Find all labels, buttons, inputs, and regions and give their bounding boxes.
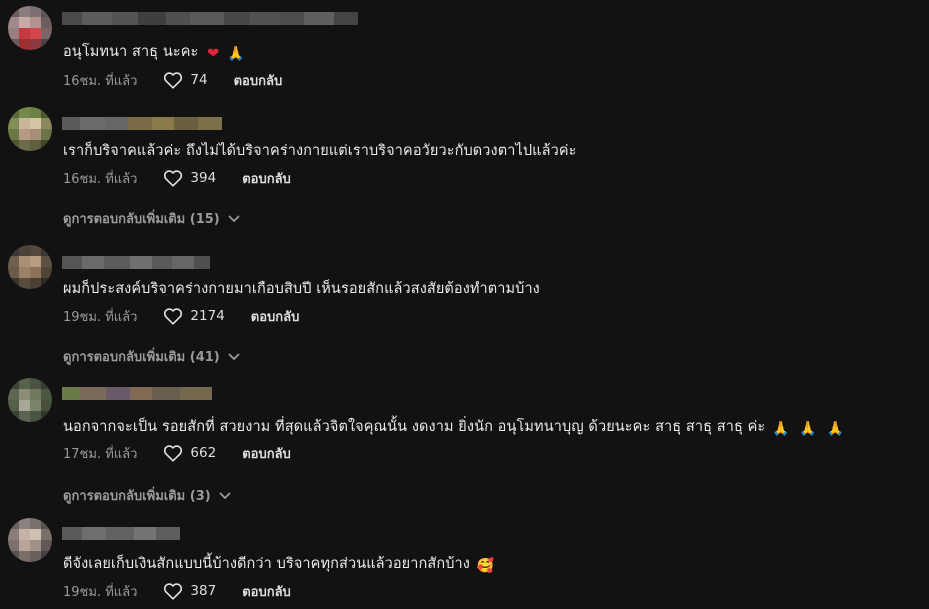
smiling-face-with-hearts-emoji: 🥰 <box>476 558 495 574</box>
like-button[interactable]: 387 <box>163 582 216 600</box>
username-blurred[interactable] <box>62 387 212 400</box>
avatar[interactable] <box>8 518 52 562</box>
chevron-down-icon <box>228 215 240 222</box>
view-more-replies[interactable]: ดูการตอบกลับเพิ่มเติม (15) <box>63 208 240 229</box>
avatar[interactable] <box>8 245 52 289</box>
reply-button[interactable]: ตอบกลับ <box>251 306 300 327</box>
username-blurred[interactable] <box>62 117 222 130</box>
timestamp: 16ชม. ที่แล้ว <box>63 171 138 187</box>
timestamp: 17ชม. ที่แล้ว <box>63 446 138 462</box>
comment-text: ดีจังเลยเก็บเงินสักแบบนี้บ้างดีกว่า บริจ… <box>63 556 495 574</box>
avatar[interactable] <box>8 6 52 50</box>
heart-outline-icon <box>164 72 183 89</box>
like-button[interactable]: 394 <box>163 169 216 187</box>
reply-button[interactable]: ตอบกลับ <box>242 168 291 189</box>
like-count: 662 <box>190 445 217 461</box>
timestamp: 19ชม. ที่แล้ว <box>63 584 138 600</box>
heart-emoji: ❤ <box>207 46 220 62</box>
avatar[interactable] <box>8 378 52 422</box>
comment-meta: 16ชม. ที่แล้ว 74 ตอบกลับ <box>63 69 282 91</box>
reply-button[interactable]: ตอบกลับ <box>242 581 291 602</box>
comment-text: อนุโมทนา สาธุ นะคะ ❤ 🙏 <box>63 44 245 62</box>
folded-hands-emoji: 🙏 <box>772 421 790 437</box>
like-button[interactable]: 662 <box>163 444 216 462</box>
folded-hands-emoji: 🙏 <box>826 421 845 437</box>
username-blurred[interactable] <box>62 256 210 269</box>
heart-outline-icon <box>164 583 183 600</box>
view-more-replies[interactable]: ดูการตอบกลับเพิ่มเติม (41) <box>63 346 240 367</box>
comment-text: ผมก็ประสงค์บริจาคร่างกายมาเกือบสิบปี เห็… <box>63 281 540 297</box>
heart-outline-icon <box>164 170 183 187</box>
folded-hands-emoji: 🙏 <box>799 421 817 437</box>
avatar[interactable] <box>8 107 52 151</box>
comment-meta: 16ชม. ที่แล้ว 394 ตอบกลับ <box>63 167 291 189</box>
heart-outline-icon <box>164 308 183 325</box>
like-button[interactable]: 74 <box>163 71 208 89</box>
chevron-down-icon <box>219 492 231 499</box>
comment-meta: 17ชม. ที่แล้ว 662 ตอบกลับ <box>63 442 291 464</box>
reply-button[interactable]: ตอบกลับ <box>242 443 291 464</box>
like-button[interactable]: 2174 <box>163 307 225 325</box>
like-count: 394 <box>190 170 217 186</box>
like-count: 387 <box>190 583 217 599</box>
like-count: 2174 <box>190 308 225 324</box>
view-more-replies[interactable]: ดูการตอบกลับเพิ่มเติม (3) <box>63 485 231 506</box>
heart-outline-icon <box>164 445 183 462</box>
reply-button[interactable]: ตอบกลับ <box>234 70 283 91</box>
chevron-down-icon <box>228 353 240 360</box>
timestamp: 16ชม. ที่แล้ว <box>63 73 138 89</box>
comment-text: นอกจากจะเป็น รอยสักที่ สวยงาม ที่สุดแล้ว… <box>63 419 845 437</box>
comment-text: เราก็บริจาคแล้วค่ะ ถึงไม่ได้บริจาคร่างกา… <box>63 143 577 159</box>
comment-meta: 19ชม. ที่แล้ว 2174 ตอบกลับ <box>63 305 299 327</box>
like-count: 74 <box>190 72 208 88</box>
folded-hands-emoji: 🙏 <box>227 46 245 62</box>
comment-meta: 19ชม. ที่แล้ว 387 ตอบกลับ <box>63 580 291 602</box>
timestamp: 19ชม. ที่แล้ว <box>63 309 138 325</box>
username-blurred[interactable] <box>62 12 358 25</box>
username-blurred[interactable] <box>62 527 180 540</box>
